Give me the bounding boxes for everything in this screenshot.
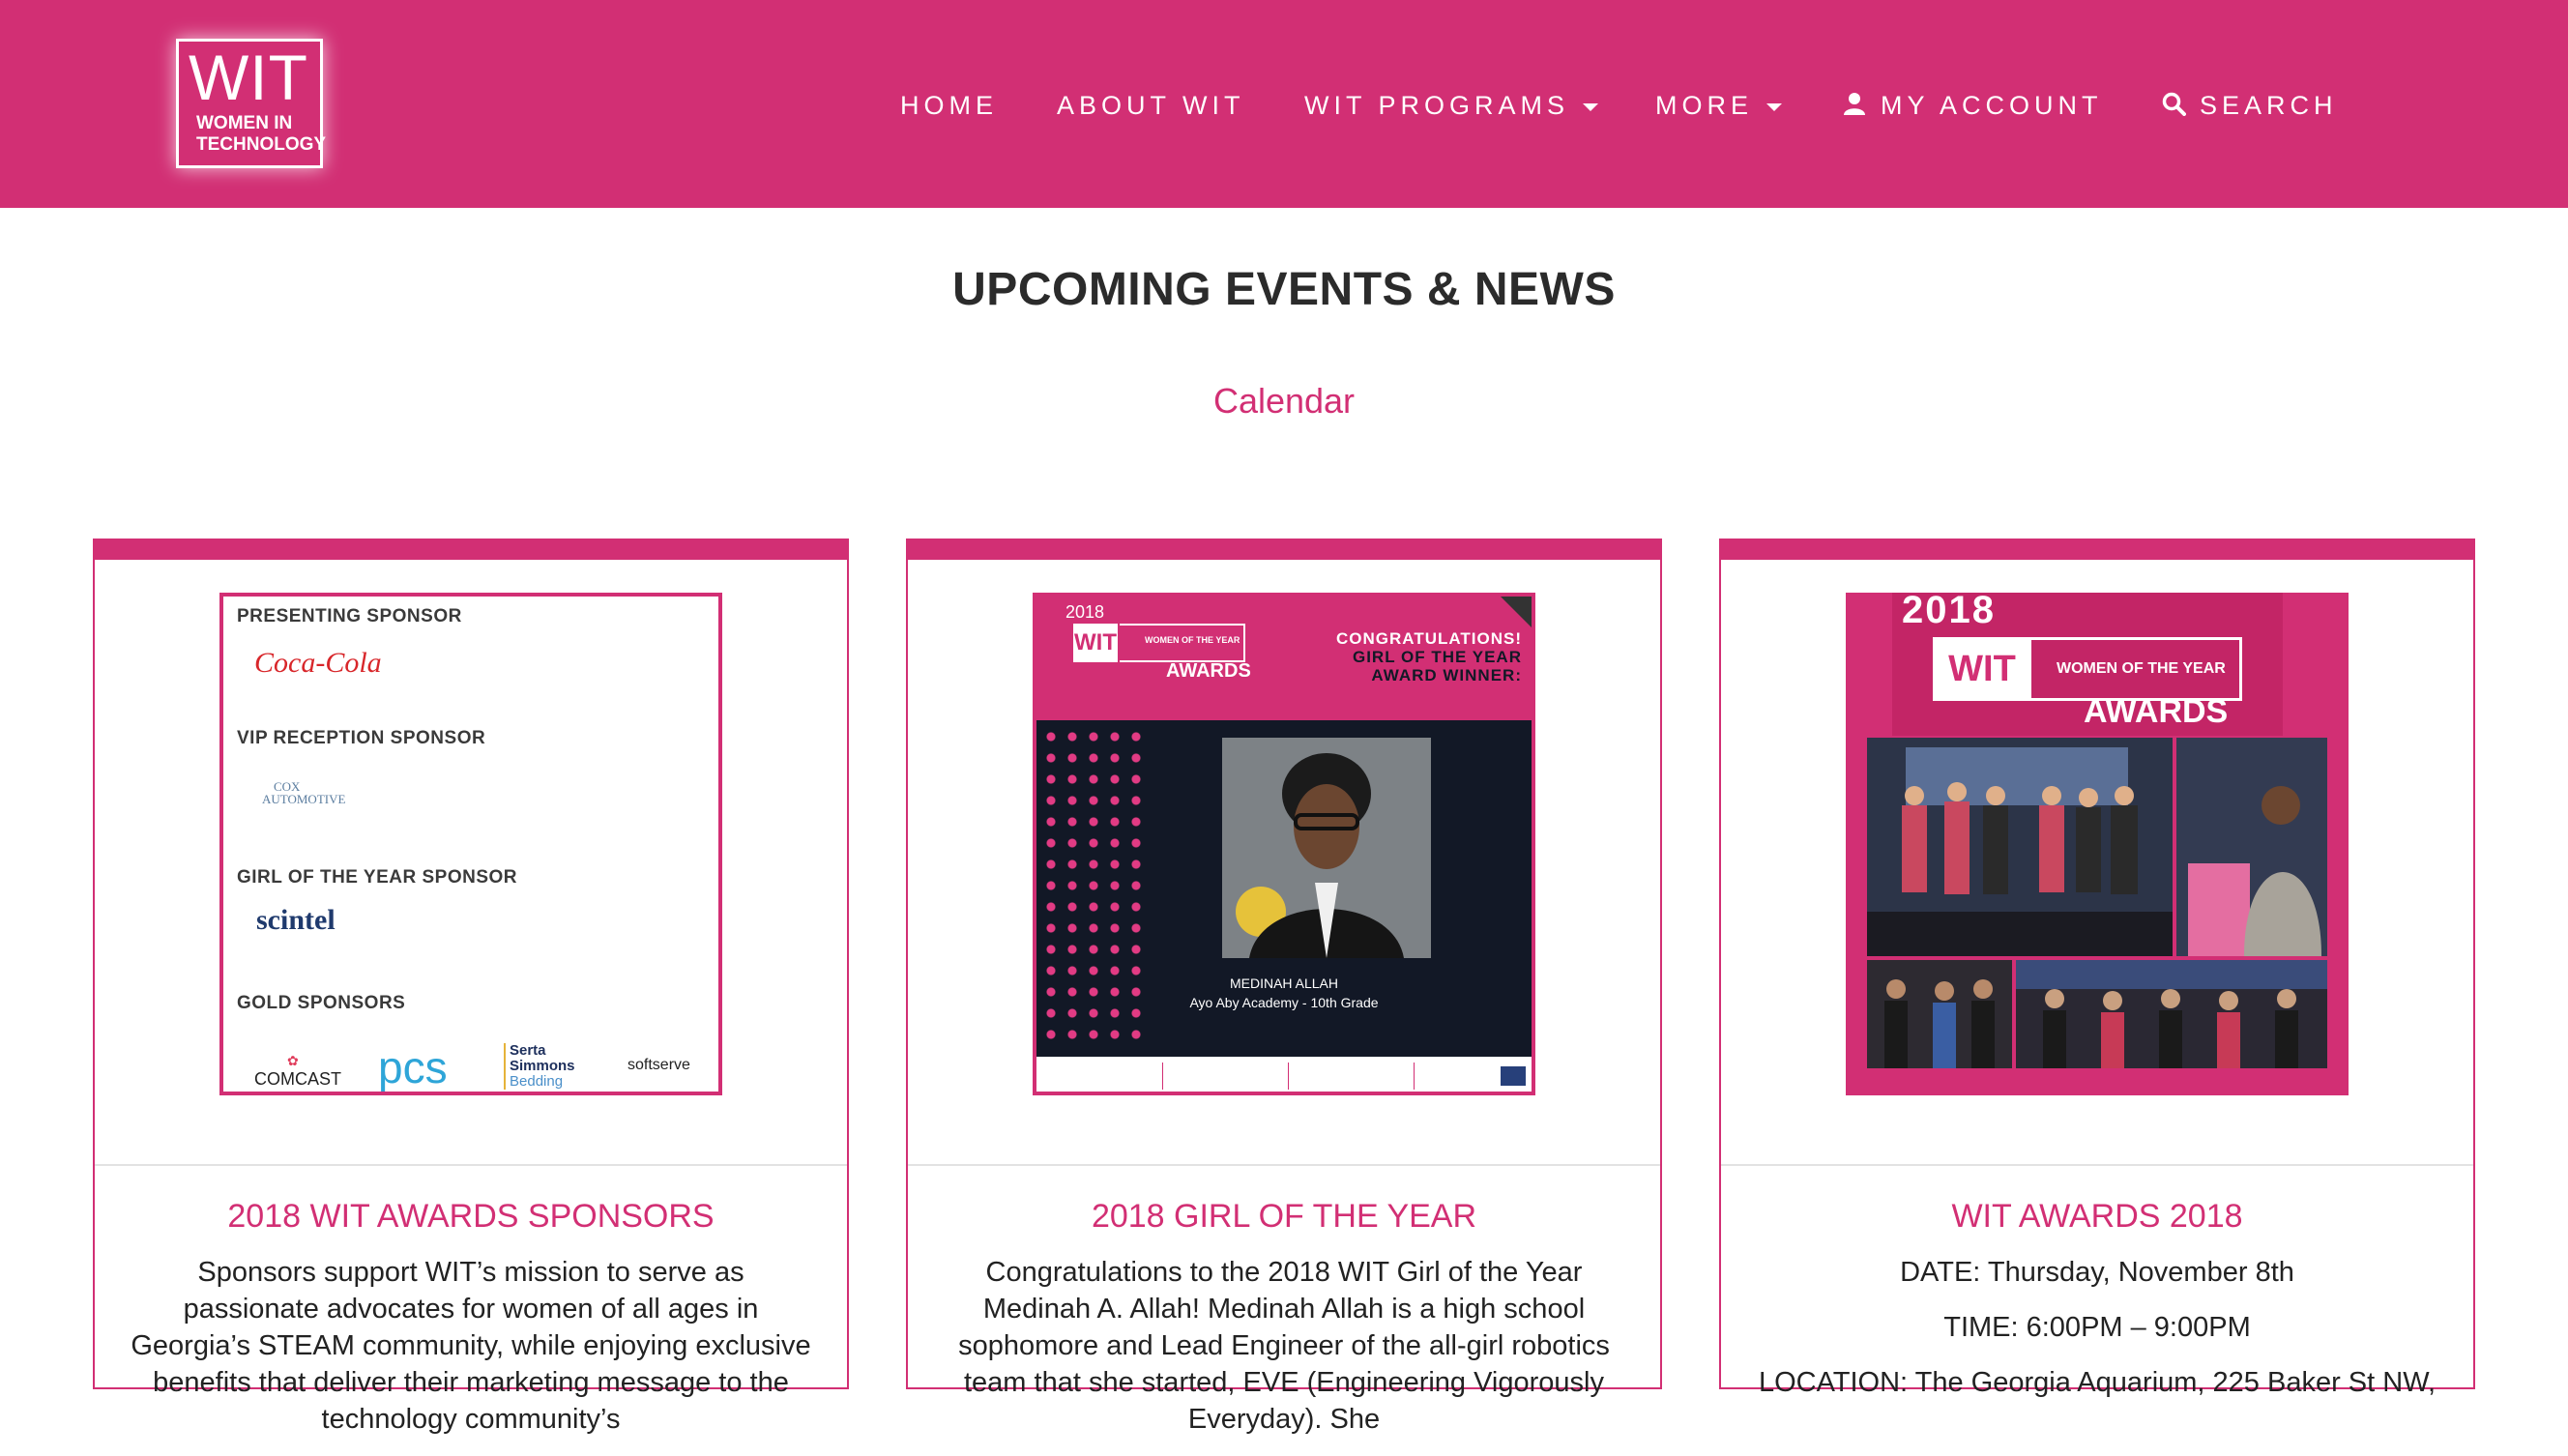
comcast-logo: ✿ COMCAST bbox=[254, 1053, 341, 1089]
banner-woty: WOMEN OF THE YEAR bbox=[1145, 635, 1240, 645]
nav-my-account[interactable]: MY ACCOUNT bbox=[1842, 87, 2103, 126]
chevron-down-icon bbox=[1583, 102, 1599, 111]
card-title[interactable]: 2018 GIRL OF THE YEAR bbox=[908, 1198, 1660, 1236]
event-location: LOCATION: The Georgia Aquarium, 225 Bake… bbox=[1758, 1367, 2437, 1398]
scintel-logo: scintel bbox=[256, 904, 336, 936]
card-title[interactable]: WIT AWARDS 2018 bbox=[1721, 1198, 2473, 1236]
chevron-down-icon bbox=[1766, 102, 1782, 111]
page-title: UPCOMING EVENTS & NEWS bbox=[952, 264, 1616, 315]
corner-fold bbox=[1501, 597, 1532, 627]
banner-year: 2018 bbox=[1065, 602, 1105, 622]
nav-more[interactable]: MORE bbox=[1655, 87, 1782, 124]
cox-automotive-logo: COX AUTOMOTIVE bbox=[262, 779, 346, 806]
news-card-wit-awards-2018: 2018 WIT WOMEN OF THE YEAR AWARDS WIT AW… bbox=[1719, 539, 2475, 1398]
winner-name: MEDINAH ALLAH bbox=[1229, 976, 1339, 991]
winner-photo bbox=[1222, 738, 1431, 958]
coca-cola-logo: Coca-Cola bbox=[254, 647, 382, 679]
logo-wordmark: WIT bbox=[189, 42, 308, 113]
sponsor-label: GIRL OF THE YEAR SPONSOR bbox=[237, 867, 518, 888]
sponsor-label: PRESENTING SPONSOR bbox=[237, 606, 462, 626]
nav-home[interactable]: HOME bbox=[900, 87, 998, 124]
news-card-sponsors: PRESENTING SPONSOR Coca-Cola VIP RECEPTI… bbox=[93, 539, 849, 1435]
news-card-girl-of-the-year: 2018 WIT WOMEN OF THE YEAR AWARDS CONGRA… bbox=[906, 539, 1662, 1435]
wit-awards-image[interactable]: 2018 WIT WOMEN OF THE YEAR AWARDS bbox=[1846, 593, 2349, 1095]
card-excerpt: Sponsors support WIT’s mission to serve … bbox=[131, 1257, 811, 1435]
event-date: DATE: Thursday, November 8th bbox=[1900, 1257, 2294, 1288]
user-icon bbox=[1842, 89, 1867, 126]
search-icon bbox=[2161, 89, 2186, 126]
awards-photo-group bbox=[1867, 738, 2173, 956]
peacock-icon: ✿ bbox=[287, 1053, 299, 1068]
awards-photo-guests-2 bbox=[2016, 960, 2327, 1068]
wit-logo[interactable]: WIT WOMEN IN TECHNOLOGY bbox=[176, 39, 327, 168]
sponsors-image[interactable]: PRESENTING SPONSOR Coca-Cola VIP RECEPTI… bbox=[219, 593, 722, 1095]
banner-woty: WOMEN OF THE YEAR bbox=[2057, 660, 2226, 677]
card-media: 2018 WIT WOMEN OF THE YEAR AWARDS CONGRA… bbox=[908, 560, 1660, 1166]
nav-wit-programs[interactable]: WIT PROGRAMS bbox=[1304, 87, 1599, 124]
banner-wit: WIT bbox=[1073, 624, 1118, 662]
card-excerpt: Congratulations to the 2018 WIT Girl of … bbox=[958, 1257, 1610, 1435]
congrats-text: CONGRATULATIONS! GIRL OF THE YEAR AWARD … bbox=[1336, 629, 1522, 684]
nav-search[interactable]: SEARCH bbox=[2161, 87, 2338, 126]
card-event-details: DATE: Thursday, November 8th TIME: 6:00P… bbox=[1756, 1254, 2438, 1419]
site-header: WIT WOMEN IN TECHNOLOGY HOME ABOUT WIT W… bbox=[0, 0, 2568, 208]
event-time: TIME: 6:00PM – 9:00PM bbox=[1943, 1312, 2251, 1343]
card-media: 2018 WIT WOMEN OF THE YEAR AWARDS bbox=[1721, 560, 2473, 1166]
banner-wit: WIT bbox=[1933, 637, 2031, 701]
sponsor-label: GOLD SPONSORS bbox=[237, 993, 406, 1013]
sponsor-label: VIP RECEPTION SPONSOR bbox=[237, 728, 486, 748]
awards-photo-speaker bbox=[2176, 738, 2327, 956]
card-media: PRESENTING SPONSOR Coca-Cola VIP RECEPTI… bbox=[95, 560, 847, 1166]
calendar-link[interactable]: Calendar bbox=[0, 381, 2568, 422]
banner-year: 2018 bbox=[1902, 593, 1996, 631]
pcs-logo: pcs bbox=[378, 1042, 448, 1092]
winner-school: Ayo Aby Academy - 10th Grade bbox=[1189, 995, 1379, 1010]
card-title[interactable]: 2018 WIT AWARDS SPONSORS bbox=[95, 1198, 847, 1236]
nav-about-wit[interactable]: ABOUT WIT bbox=[1057, 87, 1245, 124]
sponsor-strip bbox=[1036, 1057, 1532, 1092]
logo-tagline: WOMEN IN TECHNOLOGY bbox=[196, 113, 327, 155]
serta-simmons-logo: Serta Simmons Bedding bbox=[504, 1043, 575, 1090]
girl-of-the-year-image[interactable]: 2018 WIT WOMEN OF THE YEAR AWARDS CONGRA… bbox=[1033, 593, 1535, 1095]
banner-awards: AWARDS bbox=[2084, 693, 2229, 730]
awards-photo-guests-1 bbox=[1867, 960, 2012, 1068]
softserve-logo: softserve bbox=[627, 1057, 690, 1073]
banner-awards: AWARDS bbox=[1166, 660, 1251, 682]
